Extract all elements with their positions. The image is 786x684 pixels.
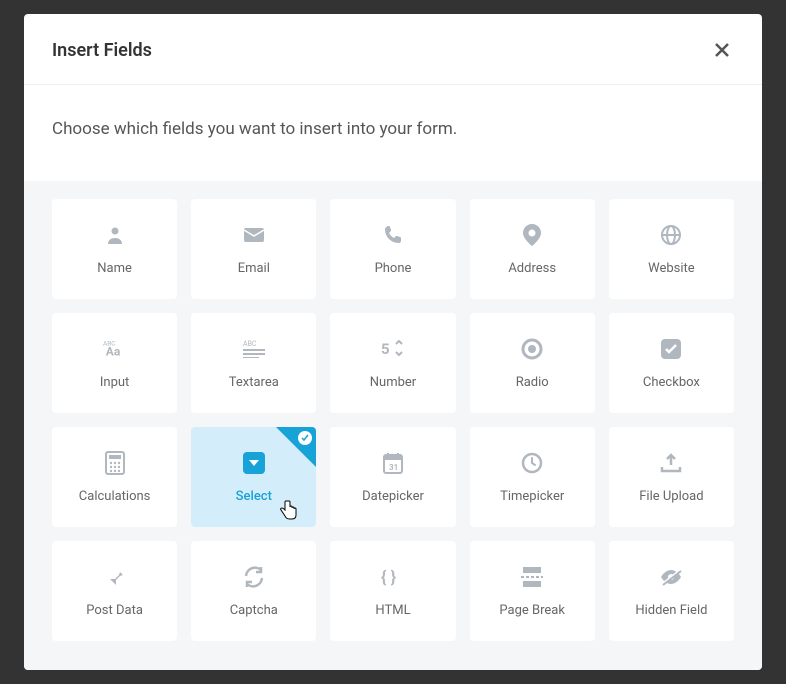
number-icon: 5 bbox=[381, 337, 405, 361]
pin-icon bbox=[520, 223, 544, 247]
field-tile-html[interactable]: { } HTML bbox=[330, 541, 455, 641]
braces-icon: { } bbox=[381, 565, 405, 589]
checkbox-icon bbox=[659, 337, 683, 361]
field-tile-textarea[interactable]: ABC Textarea bbox=[191, 313, 316, 413]
field-tile-fileupload[interactable]: File Upload bbox=[609, 427, 734, 527]
cursor-pointer-icon bbox=[280, 499, 298, 521]
field-tile-label: Textarea bbox=[229, 375, 279, 390]
pushpin-icon bbox=[103, 565, 127, 589]
field-tile-captcha[interactable]: Captcha bbox=[191, 541, 316, 641]
field-tile-label: Checkbox bbox=[643, 375, 700, 390]
close-icon bbox=[714, 42, 730, 58]
field-tile-hiddenfield[interactable]: Hidden Field bbox=[609, 541, 734, 641]
field-tile-phone[interactable]: Phone bbox=[330, 199, 455, 299]
field-tile-postdata[interactable]: Post Data bbox=[52, 541, 177, 641]
field-tile-calculations[interactable]: Calculations bbox=[52, 427, 177, 527]
field-tile-label: Address bbox=[508, 261, 556, 276]
svg-text:ABC: ABC bbox=[243, 340, 257, 348]
field-tile-website[interactable]: Website bbox=[609, 199, 734, 299]
field-tile-timepicker[interactable]: Timepicker bbox=[470, 427, 595, 527]
field-tile-label: HTML bbox=[375, 603, 410, 618]
select-icon bbox=[242, 451, 266, 475]
radio-icon bbox=[520, 337, 544, 361]
svg-text:Aa: Aa bbox=[105, 344, 120, 358]
field-tile-label: Captcha bbox=[230, 603, 278, 618]
field-tile-label: File Upload bbox=[639, 489, 703, 504]
field-tile-number[interactable]: 5 Number bbox=[330, 313, 455, 413]
field-tile-label: Name bbox=[97, 261, 132, 276]
field-tile-label: Select bbox=[236, 489, 272, 504]
field-tile-name[interactable]: Name bbox=[52, 199, 177, 299]
pagebreak-icon bbox=[520, 565, 544, 589]
field-tile-label: Input bbox=[100, 375, 129, 390]
field-tile-address[interactable]: Address bbox=[470, 199, 595, 299]
refresh-icon bbox=[242, 565, 266, 589]
field-tile-checkbox[interactable]: Checkbox bbox=[609, 313, 734, 413]
field-tile-radio[interactable]: Radio bbox=[470, 313, 595, 413]
field-tile-label: Radio bbox=[516, 375, 549, 390]
fields-grid-container: NameEmailPhoneAddressWebsiteABCAaInputAB… bbox=[24, 181, 762, 670]
insert-fields-modal: Insert Fields Choose which fields you wa… bbox=[24, 14, 762, 670]
field-tile-label: Hidden Field bbox=[635, 603, 707, 618]
field-tile-label: Email bbox=[238, 261, 270, 276]
field-tile-label: Page Break bbox=[499, 603, 565, 618]
textarea-icon: ABC bbox=[242, 337, 266, 361]
modal-title: Insert Fields bbox=[52, 40, 152, 61]
globe-icon bbox=[659, 223, 683, 247]
eyeoff-icon bbox=[659, 565, 683, 589]
field-tile-label: Number bbox=[370, 375, 416, 390]
svg-text:5: 5 bbox=[381, 340, 390, 358]
field-tile-pagebreak[interactable]: Page Break bbox=[470, 541, 595, 641]
person-icon bbox=[103, 223, 127, 247]
svg-text:{ }: { } bbox=[381, 568, 397, 586]
calendar-icon: 31 bbox=[381, 451, 405, 475]
field-tile-datepicker[interactable]: 31 Datepicker bbox=[330, 427, 455, 527]
field-tile-label: Website bbox=[648, 261, 695, 276]
field-tile-label: Datepicker bbox=[362, 489, 424, 504]
phone-icon bbox=[381, 223, 405, 247]
field-tile-label: Phone bbox=[375, 261, 412, 276]
clock-icon bbox=[520, 451, 544, 475]
upload-icon bbox=[659, 451, 683, 475]
calculator-icon bbox=[103, 451, 127, 475]
field-tile-email[interactable]: Email bbox=[191, 199, 316, 299]
fields-grid: NameEmailPhoneAddressWebsiteABCAaInputAB… bbox=[52, 199, 734, 641]
input-icon: ABCAa bbox=[103, 337, 127, 361]
svg-text:31: 31 bbox=[389, 463, 398, 472]
field-tile-label: Timepicker bbox=[500, 489, 564, 504]
field-tile-select[interactable]: Select bbox=[191, 427, 316, 527]
field-tile-input[interactable]: ABCAa Input bbox=[52, 313, 177, 413]
modal-subtitle: Choose which fields you want to insert i… bbox=[24, 85, 762, 181]
field-tile-label: Calculations bbox=[79, 489, 151, 504]
modal-header: Insert Fields bbox=[24, 14, 762, 85]
close-button[interactable] bbox=[710, 38, 734, 62]
field-tile-label: Post Data bbox=[86, 603, 143, 618]
mail-icon bbox=[242, 223, 266, 247]
